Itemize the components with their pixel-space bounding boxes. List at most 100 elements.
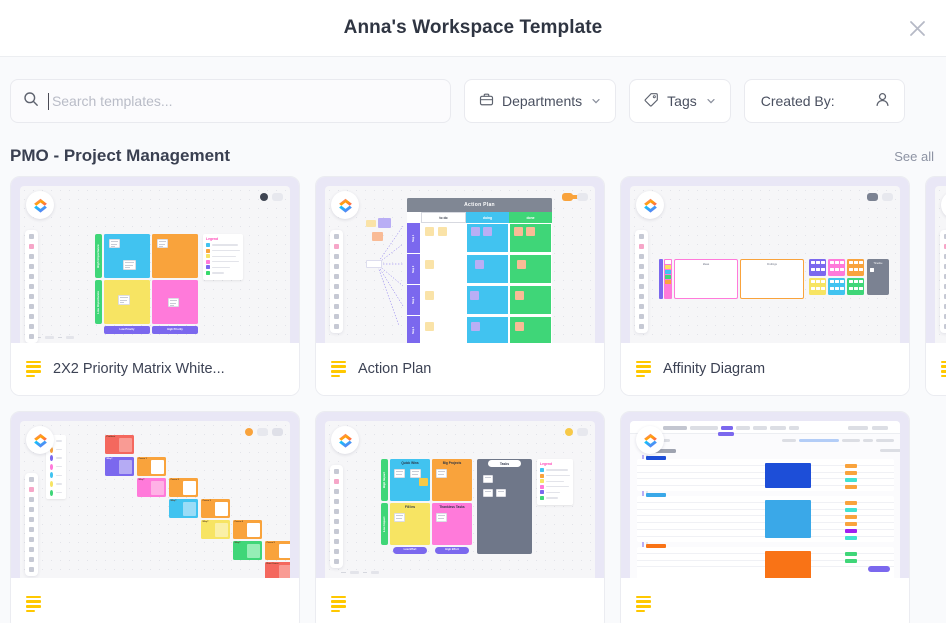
row-label-high-impact: High Impact xyxy=(381,459,388,501)
briefcase-icon xyxy=(479,92,494,110)
thumbnail-canvas: High Impact Low Impact Quick Wins Big Pr… xyxy=(325,421,595,578)
board-row-label: Step 1 xyxy=(407,223,420,253)
page-title: Anna's Workspace Template xyxy=(343,17,603,38)
template-card-footer xyxy=(621,578,909,623)
canvas-toolbar xyxy=(330,230,343,333)
affinity-group xyxy=(809,278,826,295)
text-caret xyxy=(48,92,49,110)
see-all-link[interactable]: See all xyxy=(894,149,934,164)
sticky-note xyxy=(118,295,130,305)
sticky-note xyxy=(168,298,179,307)
sticky-note xyxy=(483,489,493,497)
quadrant-label: Thankless Tasks xyxy=(439,504,465,509)
canvas-badges xyxy=(565,428,588,436)
tags-filter-button[interactable]: Tags xyxy=(629,79,731,123)
affinity-dark-panel: Timeline xyxy=(867,259,889,295)
search-input[interactable] xyxy=(51,93,438,109)
row-label-low-importance: Low Importance xyxy=(95,280,102,324)
chevron-down-icon xyxy=(591,93,601,109)
template-card-footer xyxy=(926,343,946,395)
search-box[interactable] xyxy=(10,79,451,123)
stair-step: Cause 3 xyxy=(201,499,230,518)
affinity-group xyxy=(809,259,826,276)
template-card[interactable] xyxy=(925,176,946,396)
sticky-note xyxy=(496,489,506,497)
group-tag xyxy=(646,456,666,460)
legend-title: Legend xyxy=(540,462,553,466)
clickup-logo-icon xyxy=(331,426,359,454)
template-card[interactable]: Action Plan to do doing done Step 1 Step… xyxy=(315,176,605,396)
group-tag xyxy=(646,493,666,497)
list-icon xyxy=(26,360,42,378)
board-row-label: Step 2 xyxy=(407,254,420,284)
created-by-label: Created By: xyxy=(760,93,835,109)
template-card-footer xyxy=(316,578,604,623)
affinity-group xyxy=(847,278,864,295)
list-icon xyxy=(636,360,652,378)
template-card[interactable]: High Impact Low Impact Quick Wins Big Pr… xyxy=(315,411,605,623)
canvas-toolbar xyxy=(635,230,648,333)
legend: Legend xyxy=(203,234,243,280)
template-card[interactable]: Problem Why? Cause 1 Why? Cause 2 Why? C… xyxy=(10,411,300,623)
board-cell xyxy=(509,285,552,315)
board-cell xyxy=(466,285,509,315)
stair-step: Cause 1 xyxy=(137,457,166,476)
board-row-label: Step 3 xyxy=(407,285,420,315)
affinity-group xyxy=(828,278,845,295)
group-block xyxy=(765,463,811,488)
clickup-logo-icon xyxy=(636,191,664,219)
canvas-toolbar xyxy=(25,230,38,343)
stair-step: Why? xyxy=(137,478,166,497)
legend-title: Legend xyxy=(206,237,219,241)
canvas-toolbar xyxy=(25,473,38,576)
filter-bar: Departments Tags Created By: xyxy=(10,57,936,133)
template-name: 2X2 Priority Matrix White... xyxy=(53,361,225,377)
template-card[interactable]: Ideas Findings Timeline Affinity Diagram xyxy=(620,176,910,396)
thumbnail-canvas: Action Plan to do doing done Step 1 Step… xyxy=(325,186,595,343)
template-card[interactable] xyxy=(620,411,910,623)
canvas-badges xyxy=(562,193,588,201)
row-label-high-importance: High Importance xyxy=(95,234,102,278)
stair-step: Why? xyxy=(105,457,134,476)
sticky-note xyxy=(109,239,120,248)
board-cell xyxy=(466,254,509,284)
sticky-note xyxy=(394,469,405,478)
created-by-filter-button[interactable]: Created By: xyxy=(743,79,905,123)
stair-step: Cause 2 xyxy=(169,478,198,497)
thumbnail-canvas: Ideas Findings Timeline xyxy=(630,186,900,343)
template-card[interactable]: High Importance Low Importance Low Prior… xyxy=(10,176,300,396)
list-icon xyxy=(331,595,347,613)
chevron-down-icon xyxy=(706,93,716,109)
quadrant-label: Big Projects xyxy=(442,460,462,465)
group-tag xyxy=(646,544,666,548)
list-icon xyxy=(331,360,347,378)
list-icon xyxy=(636,595,652,613)
row-label-low-impact: Low Impact xyxy=(381,503,388,545)
group-block xyxy=(765,500,811,538)
stair-step: Why? xyxy=(169,499,198,518)
section-header: PMO - Project Management See all xyxy=(10,133,936,176)
template-thumbnail: Action Plan to do doing done Step 1 Step… xyxy=(316,177,604,343)
affinity-panel: Findings xyxy=(740,259,804,299)
template-thumbnail: High Importance Low Importance Low Prior… xyxy=(11,177,299,343)
departments-filter-label: Departments xyxy=(502,93,583,109)
clickup-logo-icon xyxy=(331,191,359,219)
tasks-panel-title: Tasks xyxy=(488,460,521,467)
template-card-footer: 2X2 Priority Matrix White... xyxy=(11,343,299,395)
close-button[interactable] xyxy=(902,13,932,43)
clickup-logo-icon xyxy=(26,426,54,454)
affinity-group xyxy=(828,259,845,276)
group-block xyxy=(765,551,811,578)
section-title: PMO - Project Management xyxy=(10,146,231,165)
template-thumbnail xyxy=(621,412,909,578)
list-icon xyxy=(26,595,42,613)
departments-filter-button[interactable]: Departments xyxy=(464,79,617,123)
sticky-note xyxy=(394,513,405,522)
stair-step: Cause 5 xyxy=(265,541,290,560)
thumbnail-canvas xyxy=(935,186,946,343)
sticky-note xyxy=(436,513,447,522)
sticky-note xyxy=(123,260,136,270)
template-card-footer: Action Plan xyxy=(316,343,604,395)
stair-step: Why? xyxy=(233,541,262,560)
col-label-low-priority: Low Priority xyxy=(104,326,150,334)
